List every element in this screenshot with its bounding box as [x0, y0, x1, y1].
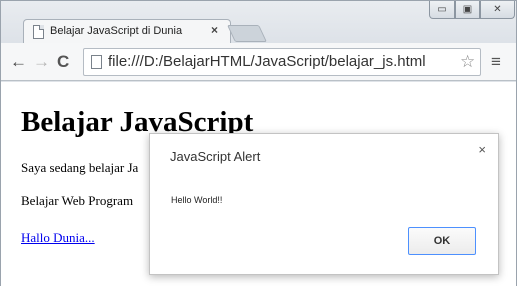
- tab-title: Belajar JavaScript di Dunia: [50, 25, 183, 37]
- paragraph: Belajar Web Program: [21, 193, 134, 208]
- reload-icon[interactable]: C: [57, 52, 69, 72]
- dialog-close-icon[interactable]: ×: [478, 142, 486, 157]
- bookmark-star-icon[interactable]: ☆: [460, 52, 475, 72]
- new-tab-button[interactable]: [227, 25, 267, 42]
- back-arrow-icon[interactable]: ←: [10, 52, 27, 72]
- close-window-button[interactable]: ✕: [480, 1, 515, 19]
- page-icon: [91, 55, 102, 69]
- browser-tab[interactable]: Belajar JavaScript di Dunia ×: [23, 19, 231, 44]
- tab-strip: Belajar JavaScript di Dunia × ▭ ▣ ✕: [1, 1, 516, 44]
- dialog-title: JavaScript Alert: [170, 149, 261, 164]
- paragraph: Saya sedang belajar Ja: [21, 160, 139, 175]
- window-controls: ▭ ▣ ✕: [429, 1, 515, 19]
- menu-icon[interactable]: ≡: [491, 52, 501, 72]
- minimize-button[interactable]: ▭: [429, 1, 455, 19]
- browser-window: Belajar JavaScript di Dunia × ▭ ▣ ✕ ← → …: [0, 0, 517, 286]
- url-text[interactable]: file:///D:/BelajarHTML/JavaScript/belaja…: [108, 53, 426, 70]
- address-bar[interactable]: file:///D:/BelajarHTML/JavaScript/belaja…: [83, 48, 481, 76]
- hallo-dunia-link[interactable]: Hallo Dunia...: [21, 230, 95, 246]
- tab-close-icon[interactable]: ×: [211, 23, 218, 37]
- page-icon: [33, 25, 44, 39]
- ok-button[interactable]: OK: [408, 227, 476, 255]
- maximize-button[interactable]: ▣: [455, 1, 480, 19]
- alert-dialog: JavaScript Alert × Hello World!! OK: [149, 133, 499, 275]
- dialog-message: Hello World!!: [171, 195, 223, 205]
- browser-toolbar: ← → C file:///D:/BelajarHTML/JavaScript/…: [1, 43, 516, 81]
- forward-arrow-icon[interactable]: →: [33, 52, 50, 72]
